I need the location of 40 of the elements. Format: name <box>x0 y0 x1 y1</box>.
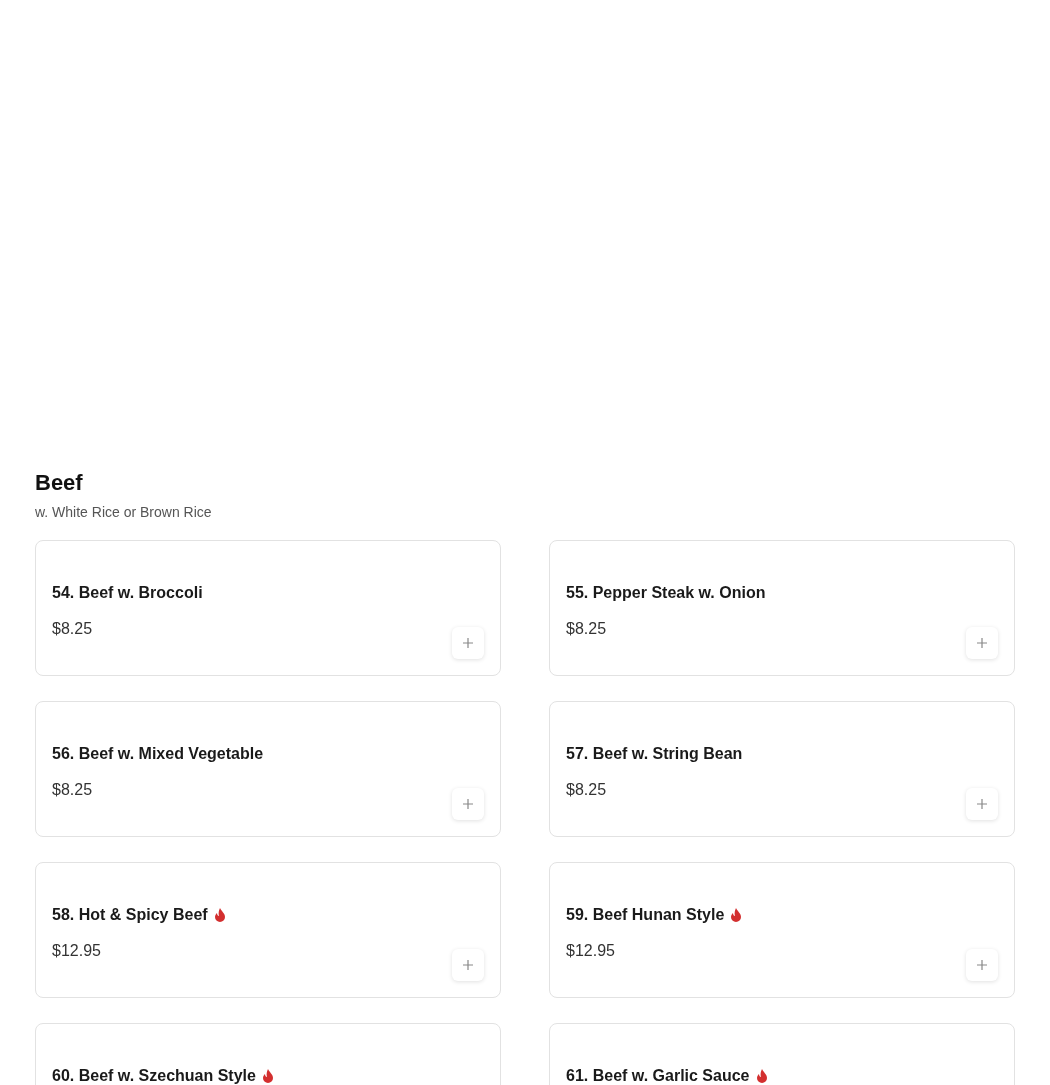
item-name: 55. Pepper Steak w. Onion <box>566 583 766 603</box>
menu-item-card[interactable]: 61. Beef w. Garlic Sauce <box>549 1023 1015 1085</box>
plus-icon <box>463 638 473 648</box>
section-subtitle: w. White Rice or Brown Rice <box>35 503 213 522</box>
plus-icon <box>977 638 987 648</box>
plus-icon <box>977 960 987 970</box>
plus-icon <box>463 799 473 809</box>
flame-icon <box>730 908 743 922</box>
item-name: 60. Beef w. Szechuan Style <box>52 1066 256 1085</box>
item-name: 59. Beef Hunan Style <box>566 905 725 925</box>
add-button[interactable] <box>966 627 998 659</box>
item-name: 58. Hot & Spicy Beef <box>52 905 208 925</box>
item-name: 54. Beef w. Broccoli <box>52 583 203 603</box>
add-button[interactable] <box>966 788 998 820</box>
menu-item-card[interactable]: 54. Beef w. Broccoli $8.25 <box>35 540 501 676</box>
add-button[interactable] <box>452 627 484 659</box>
plus-icon <box>977 799 987 809</box>
flame-icon <box>755 1069 768 1083</box>
menu-item-card[interactable]: 57. Beef w. String Bean $8.25 <box>549 701 1015 837</box>
item-name: 61. Beef w. Garlic Sauce <box>566 1066 750 1085</box>
item-price: $12.95 <box>52 942 101 959</box>
item-price: $8.25 <box>52 620 93 637</box>
add-button[interactable] <box>452 788 484 820</box>
add-button[interactable] <box>452 949 484 981</box>
menu-item-card[interactable]: 55. Pepper Steak w. Onion $8.25 <box>549 540 1015 676</box>
item-price: $12.95 <box>566 942 615 959</box>
menu-item-card[interactable]: 56. Beef w. Mixed Vegetable $8.25 <box>35 701 501 837</box>
flame-icon <box>261 1069 274 1083</box>
item-price: $8.25 <box>566 781 607 798</box>
item-price: $8.25 <box>566 620 607 637</box>
flame-icon <box>213 908 226 922</box>
section-title: Beef <box>35 469 84 497</box>
menu-item-card[interactable]: 59. Beef Hunan Style $12.95 <box>549 862 1015 998</box>
menu-item-card[interactable]: 60. Beef w. Szechuan Style <box>35 1023 501 1085</box>
menu-item-card[interactable]: 58. Hot & Spicy Beef $12.95 <box>35 862 501 998</box>
plus-icon <box>463 960 473 970</box>
add-button[interactable] <box>966 949 998 981</box>
item-price: $8.25 <box>52 781 93 798</box>
item-name: 57. Beef w. String Bean <box>566 744 743 764</box>
item-name: 56. Beef w. Mixed Vegetable <box>52 744 264 764</box>
